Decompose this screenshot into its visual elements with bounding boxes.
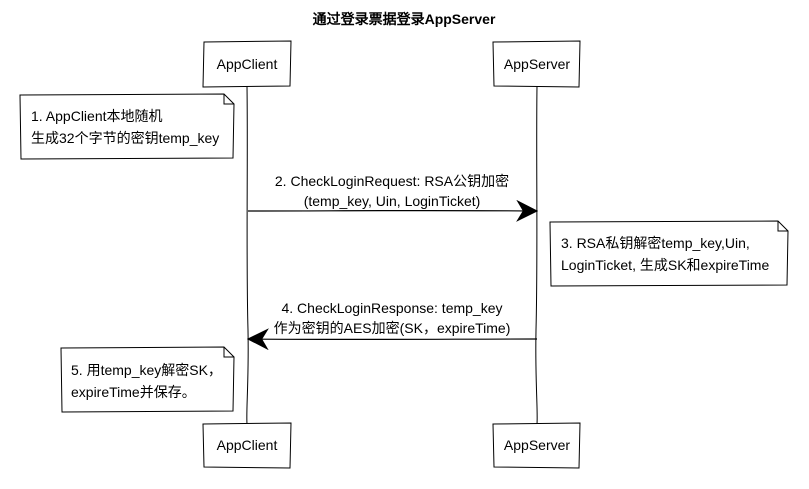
participant-label: AppClient: [217, 56, 278, 72]
participant-appserver-top[interactable]: AppServer: [492, 40, 581, 88]
lifeline-appserver: [535, 85, 538, 425]
participant-label: AppServer: [504, 437, 570, 453]
participant-appclient-top[interactable]: AppClient: [202, 40, 292, 88]
note-line: 生成32个字节的密钥temp_key: [31, 130, 219, 146]
note-line: 5. 用temp_key解密SK，: [71, 362, 222, 378]
note-line: expireTime并保存。: [71, 384, 196, 400]
sequence-diagram: 通过登录票据登录AppServer AppClient AppServer Ap…: [19, 11, 789, 469]
lifeline-appclient: [246, 85, 249, 425]
note-line: LoginTicket, 生成SK和expireTime: [561, 257, 769, 273]
message-label: 2. CheckLoginRequest: RSA公钥加密: [275, 173, 509, 189]
message-label: 作为密钥的AES加密(SK，expireTime): [274, 320, 511, 336]
note-1[interactable]: 1. AppClient本地随机 生成32个字节的密钥temp_key: [19, 93, 235, 160]
message-4[interactable]: 4. CheckLoginResponse: temp_key 作为密钥的AES…: [246, 300, 538, 351]
participant-appclient-bottom[interactable]: AppClient: [202, 422, 292, 469]
message-label: 4. CheckLoginResponse: temp_key: [281, 300, 502, 316]
message-2[interactable]: 2. CheckLoginRequest: RSA公钥加密 (temp_key,…: [247, 173, 539, 222]
note-3[interactable]: 3. RSA私钥解密temp_key,Uin, LoginTicket, 生成S…: [549, 220, 789, 287]
note-line: 3. RSA私钥解密temp_key,Uin,: [561, 235, 750, 251]
participant-label: AppServer: [504, 56, 570, 72]
participant-appserver-bottom[interactable]: AppServer: [492, 422, 581, 469]
participant-label: AppClient: [217, 437, 278, 453]
diagram-title: 通过登录票据登录AppServer: [313, 11, 496, 27]
note-5[interactable]: 5. 用temp_key解密SK， expireTime并保存。: [60, 346, 235, 413]
note-line: 1. AppClient本地随机: [31, 108, 163, 124]
message-label: (temp_key, Uin, LoginTicket): [304, 193, 481, 209]
